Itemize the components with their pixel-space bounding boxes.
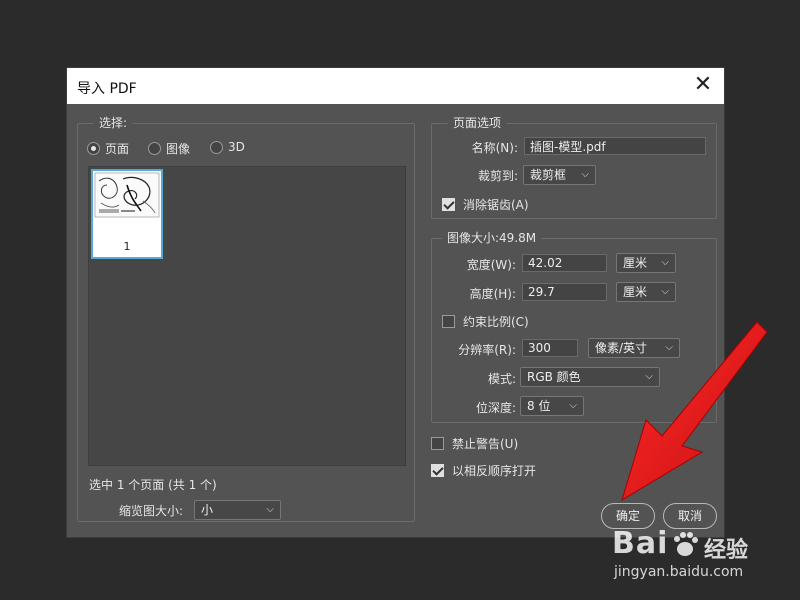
paw-icon xyxy=(674,532,698,556)
dialog-title: 导入 PDF xyxy=(77,81,137,97)
constrain-checkbox[interactable]: 约束比例(C) xyxy=(442,313,529,330)
radio-3d-indicator[interactable] xyxy=(210,140,223,154)
height-unit-select[interactable]: 厘米 ⌵ xyxy=(616,282,676,302)
crop-label: 裁剪到: xyxy=(477,169,518,183)
page-options-legend: 页面选项 xyxy=(448,116,507,130)
radio-image-indicator[interactable] xyxy=(148,142,161,155)
radio-image[interactable]: 图像 xyxy=(148,140,190,157)
crop-value: 裁剪框 xyxy=(530,168,567,182)
radio-3d-label: 3D xyxy=(228,140,245,154)
depth-select[interactable]: 8 位 ⌵ xyxy=(520,396,584,416)
chevron-down-icon: ⌵ xyxy=(581,169,589,180)
resolution-label: 分辨率(R): xyxy=(458,343,516,357)
antialias-label: 消除锯齿(A) xyxy=(463,198,529,212)
antialias-box[interactable] xyxy=(442,198,455,211)
mode-value: RGB 颜色 xyxy=(527,370,581,384)
mode-select[interactable]: RGB 颜色 ⌵ xyxy=(520,367,660,387)
image-size-group: 图像大小:49.8M 宽度(W): 厘米 ⌵ 高度(H): 厘米 ⌵ 约束比例(… xyxy=(431,231,717,423)
page-options-group: 页面选项 名称(N): 裁剪到: 裁剪框 ⌵ 消除锯齿(A) xyxy=(431,116,717,219)
image-size-legend: 图像大小:49.8M xyxy=(442,231,542,245)
chevron-down-icon: ⌵ xyxy=(661,257,669,268)
thumb-size-value: 小 xyxy=(201,503,214,517)
selection-status: 选中 1 个页面 (共 1 个) xyxy=(89,478,217,492)
radio-3d[interactable]: 3D xyxy=(210,140,245,154)
resolution-field[interactable] xyxy=(522,339,578,357)
page-thumbnail[interactable]: 1 xyxy=(91,169,163,259)
height-label: 高度(H): xyxy=(469,287,516,301)
reverse-order-box[interactable] xyxy=(431,464,444,477)
width-unit-select[interactable]: 厘米 ⌵ xyxy=(616,253,676,273)
watermark-logo: Bai xyxy=(612,526,669,561)
chevron-down-icon: ⌵ xyxy=(266,504,274,515)
select-group: 选择: 页面 图像 3D 1 选中 1 个页面 (共 1 个) 缩览图大小: 小… xyxy=(77,116,415,522)
thumb-size-select[interactable]: 小 ⌵ xyxy=(194,500,281,520)
resolution-unit-value: 像素/英寸 xyxy=(595,341,648,355)
suppress-warnings-label: 禁止警告(U) xyxy=(452,437,519,451)
name-label: 名称(N): xyxy=(471,141,518,155)
constrain-label: 约束比例(C) xyxy=(463,315,529,329)
chevron-down-icon: ⌵ xyxy=(665,342,673,353)
radio-page-indicator[interactable] xyxy=(87,142,100,155)
thumb-size-label: 缩览图大小: xyxy=(119,504,184,518)
watermark-url: jingyan.baidu.com xyxy=(614,564,744,580)
reverse-order-checkbox[interactable]: 以相反顺序打开 xyxy=(431,462,536,479)
width-field[interactable] xyxy=(522,254,607,272)
chevron-down-icon: ⌵ xyxy=(645,371,653,382)
page-number: 1 xyxy=(123,240,131,253)
radio-page[interactable]: 页面 xyxy=(87,140,129,157)
height-unit-value: 厘米 xyxy=(623,285,648,299)
baidu-watermark: Bai 经验 jingyan.baidu.com xyxy=(612,526,762,586)
mode-label: 模式: xyxy=(487,372,516,386)
title-bar: 导入 PDF ✕ xyxy=(67,68,724,104)
watermark-suffix: 经验 xyxy=(704,538,749,563)
close-icon[interactable]: ✕ xyxy=(692,74,714,96)
reverse-order-label: 以相反顺序打开 xyxy=(452,464,537,478)
crop-select[interactable]: 裁剪框 ⌵ xyxy=(523,165,596,185)
height-field[interactable] xyxy=(522,283,607,301)
depth-value: 8 位 xyxy=(527,399,551,413)
suppress-warnings-checkbox[interactable]: 禁止警告(U) xyxy=(431,435,518,452)
radio-image-label: 图像 xyxy=(166,142,191,156)
page-thumbnail-image xyxy=(94,172,160,218)
width-unit-value: 厘米 xyxy=(623,256,648,270)
suppress-warnings-box[interactable] xyxy=(431,437,444,450)
thumbnail-area[interactable]: 1 xyxy=(88,166,406,466)
constrain-box[interactable] xyxy=(442,315,455,328)
radio-page-label: 页面 xyxy=(105,142,130,156)
antialias-checkbox[interactable]: 消除锯齿(A) xyxy=(442,196,529,213)
chevron-down-icon: ⌵ xyxy=(569,400,577,411)
import-pdf-dialog: 导入 PDF ✕ 选择: 页面 图像 3D 1 选中 1 个页面 (共 1 个)… xyxy=(66,67,725,538)
select-legend: 选择: xyxy=(94,116,133,130)
width-label: 宽度(W): xyxy=(466,258,516,272)
depth-label: 位深度: xyxy=(475,401,516,415)
chevron-down-icon: ⌵ xyxy=(661,286,669,297)
name-field[interactable] xyxy=(524,137,706,155)
resolution-unit-select[interactable]: 像素/英寸 ⌵ xyxy=(588,338,680,358)
